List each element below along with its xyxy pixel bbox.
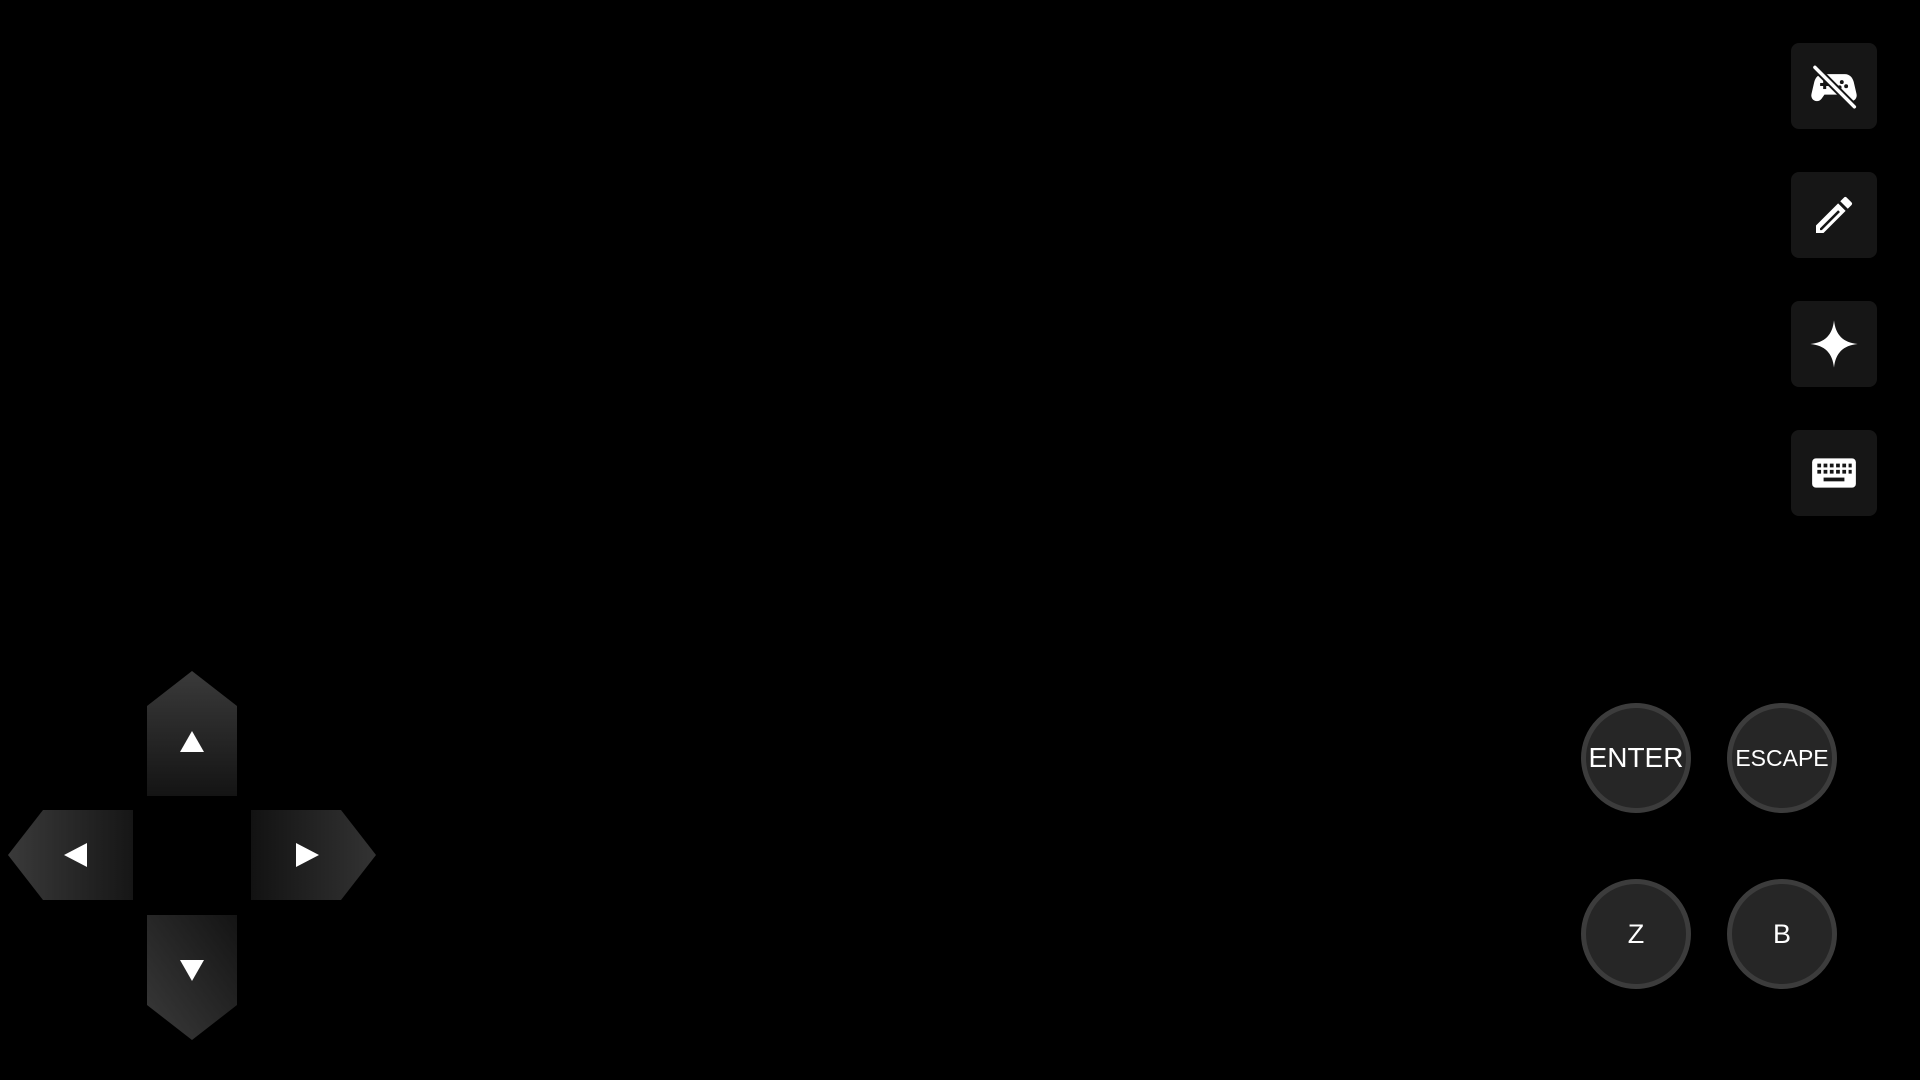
b-button[interactable]: B xyxy=(1727,879,1837,989)
dpad xyxy=(0,0,400,1080)
four-point-star-icon xyxy=(1807,317,1861,371)
dpad-up-button[interactable] xyxy=(147,671,237,796)
dpad-right-button[interactable] xyxy=(251,810,376,900)
effects-button[interactable] xyxy=(1791,301,1877,387)
escape-button-label: ESCAPE xyxy=(1735,744,1829,771)
game-screen: ENTER ESCAPE Z B xyxy=(0,0,1920,1080)
z-button-label: Z xyxy=(1627,918,1645,949)
b-button-label: B xyxy=(1772,918,1791,949)
gamepad-off-icon xyxy=(1808,60,1860,112)
keyboard-icon xyxy=(1809,448,1859,498)
dpad-down-button[interactable] xyxy=(147,915,237,1040)
keyboard-button[interactable] xyxy=(1791,430,1877,516)
enter-button[interactable]: ENTER xyxy=(1581,703,1691,813)
toggle-gamepad-button[interactable] xyxy=(1791,43,1877,129)
enter-button-label: ENTER xyxy=(1588,742,1684,773)
edit-layout-button[interactable] xyxy=(1791,172,1877,258)
escape-button[interactable]: ESCAPE xyxy=(1727,703,1837,813)
z-button[interactable]: Z xyxy=(1581,879,1691,989)
dpad-left-button[interactable] xyxy=(8,810,133,900)
pencil-icon xyxy=(1810,191,1858,239)
